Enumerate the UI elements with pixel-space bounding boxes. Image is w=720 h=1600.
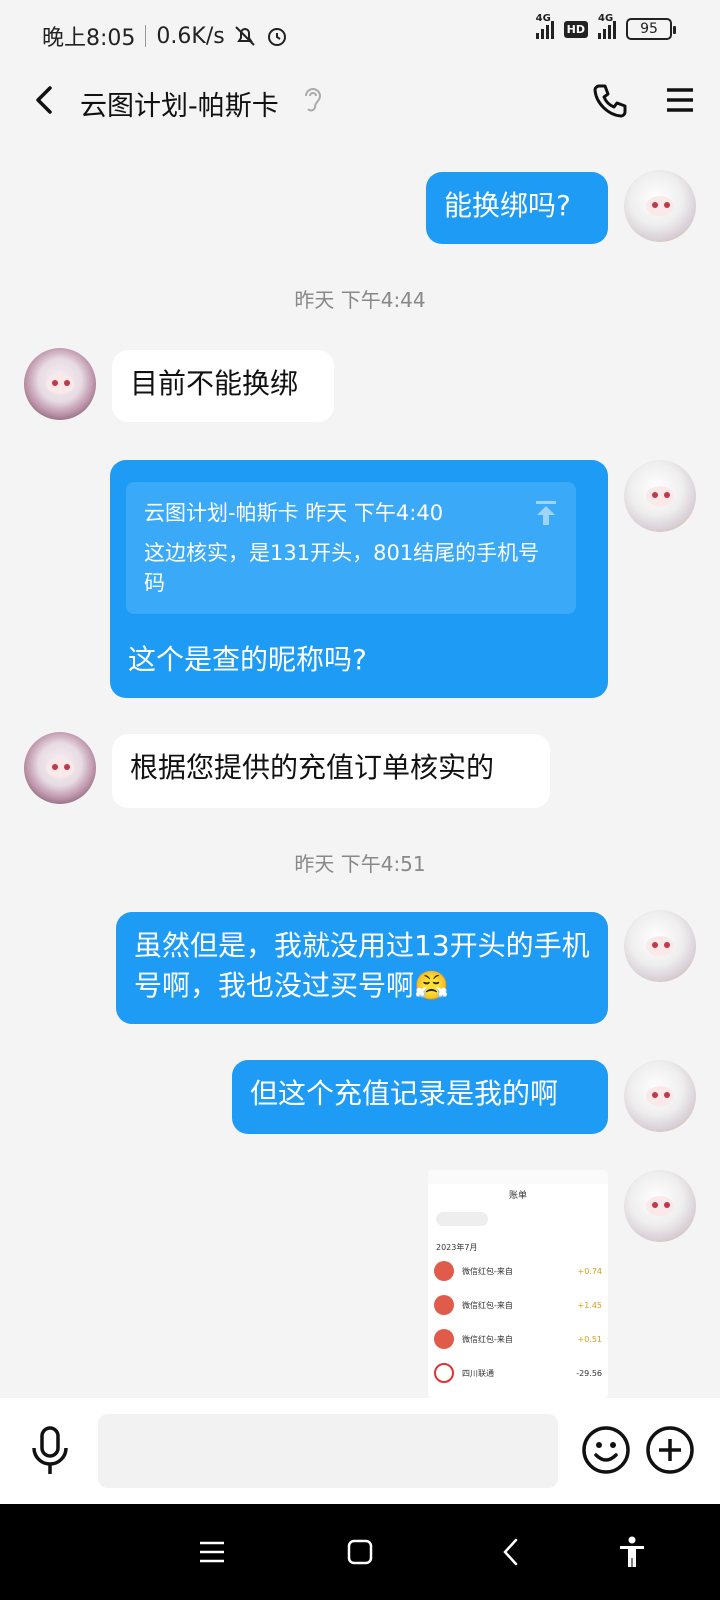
status-bar: 晚上8:05 0.6K/s 4G HD 4G 95 — [0, 0, 720, 66]
status-left: 晚上8:05 0.6K/s — [42, 20, 289, 52]
quote-text: 这边核实，是131开头，801结尾的手机号码 — [144, 541, 540, 595]
message-text: 能换绑吗? — [444, 189, 571, 222]
ear-icon[interactable] — [300, 84, 324, 114]
network-type-2: 4G — [598, 13, 614, 24]
chat-title: 云图计划-帕斯卡 — [80, 91, 279, 122]
message-input[interactable] — [98, 1414, 558, 1488]
image-row-amount: -29.56 — [576, 1368, 602, 1378]
jump-to-top-icon[interactable] — [534, 500, 558, 526]
message-text: 目前不能换绑 — [130, 367, 299, 400]
image-message[interactable]: 账单 2023年7月 微信红包-来自 +0.74 微信红包-来自 +1.45 微信红… — [428, 1170, 608, 1398]
battery-icon: 95 — [626, 18, 676, 40]
emoji-icon[interactable] — [580, 1424, 632, 1476]
signal-icon: 4G — [535, 13, 554, 39]
back-icon[interactable] — [494, 1534, 530, 1570]
alarm-icon — [267, 28, 286, 46]
accessibility-icon[interactable] — [614, 1534, 650, 1570]
message-text: 但这个充值记录是我的啊 — [250, 1077, 559, 1110]
my-avatar[interactable] — [624, 1060, 696, 1132]
chat-header: 云图计划-帕斯卡 — [0, 66, 720, 136]
mute-bell-icon — [234, 26, 255, 46]
menu-icon[interactable] — [660, 80, 700, 120]
message-text: 根据您提供的充值订单核实的 — [130, 751, 495, 784]
message-bubble-outgoing-reply[interactable]: 云图计划-帕斯卡 昨天 下午4:40 这边核实，是131开头，801结尾的手机号… — [110, 460, 608, 698]
image-row-amount: +1.45 — [577, 1300, 602, 1310]
image-row: 微信红包-来自 +0.74 — [434, 1258, 602, 1284]
my-avatar[interactable] — [624, 910, 696, 982]
image-month: 2023年7月 — [436, 1243, 478, 1252]
microphone-icon[interactable] — [26, 1424, 74, 1478]
image-row-label: 四川联通 — [462, 1368, 494, 1378]
image-row-amount: +0.74 — [577, 1266, 602, 1276]
message-text: 这个是查的昵称吗? — [128, 643, 367, 676]
timestamp: 昨天 下午4:44 — [294, 288, 426, 312]
my-avatar[interactable] — [624, 170, 696, 242]
message-bubble-incoming[interactable]: 根据您提供的充值订单核实的 — [112, 734, 550, 808]
status-time: 晚上8:05 — [42, 26, 136, 51]
message-bubble-outgoing[interactable]: 但这个充值记录是我的啊 — [232, 1060, 608, 1134]
image-row: 四川联通 -29.56 — [434, 1360, 602, 1386]
signal-icon-2: 4G — [598, 13, 616, 39]
network-speed: 0.6K/s — [156, 23, 225, 49]
image-row-label: 微信红包-来自 — [462, 1334, 513, 1344]
contact-avatar[interactable] — [24, 348, 96, 420]
phone-call-icon[interactable] — [590, 80, 630, 120]
back-arrow-icon[interactable] — [26, 80, 66, 120]
network-type-1: 4G — [535, 13, 551, 24]
home-icon[interactable] — [342, 1534, 378, 1570]
contact-avatar[interactable] — [24, 732, 96, 804]
message-bubble-incoming[interactable]: 目前不能换绑 — [112, 350, 334, 422]
battery-level: 95 — [640, 21, 658, 37]
timestamp: 昨天 下午4:51 — [294, 852, 426, 876]
image-row: 微信红包-来自 +0.51 — [434, 1326, 602, 1352]
image-title: 账单 — [508, 1191, 527, 1201]
status-divider — [145, 25, 147, 47]
input-bar — [0, 1398, 720, 1504]
recent-apps-icon[interactable] — [194, 1534, 230, 1570]
my-avatar[interactable] — [624, 1170, 696, 1242]
status-right: 4G HD 4G 95 — [535, 13, 676, 40]
quoted-message[interactable]: 云图计划-帕斯卡 昨天 下午4:40 这边核实，是131开头，801结尾的手机号… — [126, 482, 576, 614]
my-avatar[interactable] — [624, 460, 696, 532]
message-text: 虽然但是，我就没用过13开头的手机号啊，我也没过买号啊😤 — [134, 929, 590, 1002]
quote-header: 云图计划-帕斯卡 昨天 下午4:40 — [144, 501, 444, 525]
message-bubble-outgoing[interactable]: 能换绑吗? — [426, 172, 608, 244]
message-bubble-outgoing[interactable]: 虽然但是，我就没用过13开头的手机号啊，我也没过买号啊😤 — [116, 912, 608, 1024]
image-row: 微信红包-来自 +1.45 — [434, 1292, 602, 1318]
image-row-label: 微信红包-来自 — [462, 1266, 513, 1276]
image-row-amount: +0.51 — [577, 1334, 602, 1344]
plus-icon[interactable] — [644, 1424, 696, 1476]
system-nav-bar — [0, 1504, 720, 1600]
hd-badge: HD — [563, 20, 588, 38]
image-row-label: 微信红包-来自 — [462, 1300, 513, 1310]
